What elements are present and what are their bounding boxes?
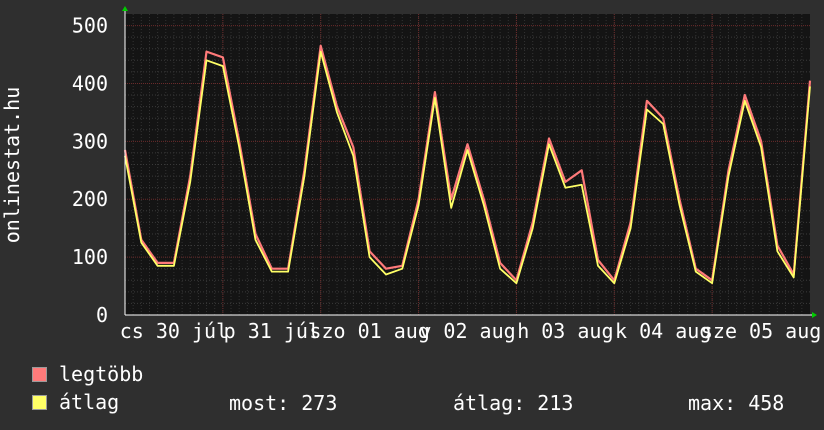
y-axis-arrow xyxy=(122,6,128,11)
y-tick-label: 0 xyxy=(96,303,108,327)
legend-label-atlag: átlag xyxy=(59,390,120,414)
x-axis-arrow xyxy=(812,312,817,318)
stat-average: átlag: 213 xyxy=(453,391,574,415)
legend-swatch-legtobb xyxy=(32,366,47,382)
x-tick-label: sze 05 aug xyxy=(701,319,821,343)
x-tick-label: cs 30 júl xyxy=(120,319,228,343)
legend-label-legtobb: legtöbb xyxy=(59,362,144,386)
x-tick-label: szo 01 aug xyxy=(309,319,429,343)
y-axis-label: onlinestat.hu xyxy=(0,87,24,244)
y-tick-label: 100 xyxy=(72,245,108,269)
x-tick-label: v 02 aug xyxy=(419,319,515,343)
traffic-chart: 0 100 200 300 400 500 cs 30 júlp 31 júlszo 01 … xyxy=(0,6,821,343)
x-tick-label: k 04 aug xyxy=(615,319,711,343)
stat-max: max: 458 xyxy=(688,391,785,415)
y-tick-label: 200 xyxy=(72,187,108,211)
legend-item-atlag: átlag xyxy=(32,390,120,414)
y-tick-label: 400 xyxy=(72,71,108,95)
legend-swatch-atlag xyxy=(32,394,47,410)
chart-panel: 0 100 200 300 400 500 cs 30 júl p 31 júl szo 01 … xyxy=(0,0,824,430)
x-tick-label: p 31 júl xyxy=(224,319,320,343)
stat-current: most: 273 xyxy=(229,391,338,415)
y-tick-label: 300 xyxy=(72,129,108,153)
legend-item-legtobb: legtöbb xyxy=(32,362,144,386)
y-tick-label: 500 xyxy=(72,14,108,38)
x-tick-label: h 03 aug xyxy=(517,319,613,343)
